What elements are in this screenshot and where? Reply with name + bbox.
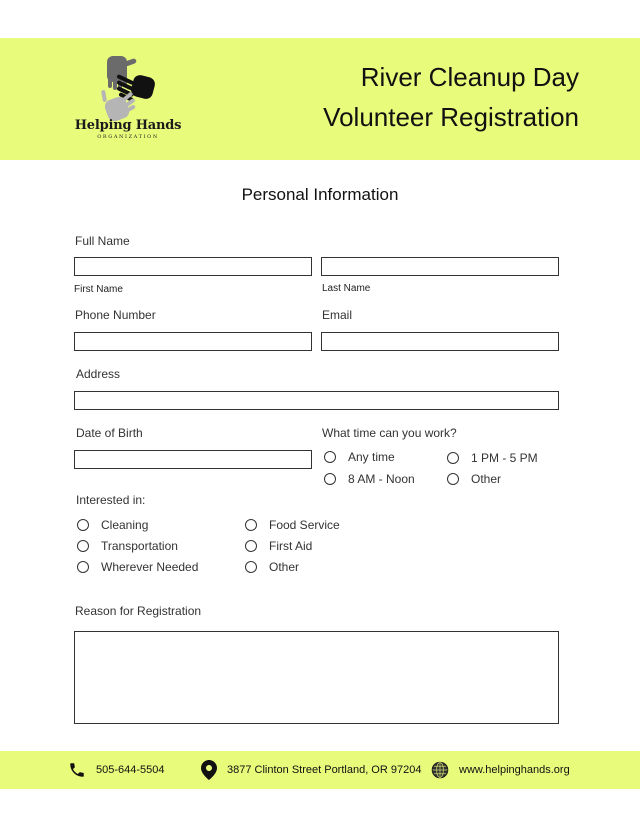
radio-circle-icon[interactable] — [245, 540, 257, 552]
interest-option-wherever-needed[interactable]: Wherever Needed — [77, 560, 198, 574]
footer-website-link[interactable]: www.helpinghands.org — [459, 764, 570, 776]
footer-address-text: 3877 Clinton Street Portland, OR 97204 — [227, 764, 422, 776]
work-time-option-afternoon[interactable]: 1 PM - 5 PM — [447, 451, 538, 465]
radio-circle-icon[interactable] — [245, 519, 257, 531]
footer-phone: 505-644-5504 — [68, 751, 165, 789]
radio-circle-icon[interactable] — [324, 451, 336, 463]
phone-label: Phone Number — [75, 308, 156, 322]
first-name-label: First Name — [74, 284, 123, 295]
footer-phone-text: 505-644-5504 — [96, 764, 165, 776]
radio-label: Cleaning — [101, 518, 149, 532]
radio-circle-icon[interactable] — [447, 452, 459, 464]
radio-label: 1 PM - 5 PM — [471, 451, 538, 465]
section-title: Personal Information — [241, 185, 399, 204]
interest-option-cleaning[interactable]: Cleaning — [77, 518, 148, 532]
globe-icon — [431, 761, 449, 779]
email-label: Email — [322, 308, 353, 322]
radio-label: Any time — [348, 450, 395, 464]
interests-label: Interested in: — [76, 493, 146, 507]
address-input[interactable] — [74, 391, 559, 410]
radio-circle-icon[interactable] — [77, 540, 89, 552]
full-name-label: Full Name — [75, 234, 130, 248]
radio-label: Transportation — [101, 539, 178, 553]
radio-label: Wherever Needed — [101, 560, 199, 574]
work-time-label: What time can you work? — [322, 426, 457, 440]
radio-circle-icon[interactable] — [245, 561, 257, 573]
last-name-label: Last Name — [322, 283, 371, 294]
radio-label: Other — [471, 472, 502, 486]
address-label: Address — [76, 367, 121, 381]
reason-textarea[interactable] — [74, 631, 559, 724]
interest-option-food-service[interactable]: Food Service — [245, 518, 340, 532]
email-input[interactable] — [321, 332, 559, 351]
footer-website[interactable]: www.helpinghands.org — [431, 751, 570, 789]
radio-label: First Aid — [269, 539, 313, 553]
radio-circle-icon[interactable] — [77, 519, 89, 531]
radio-label: 8 AM - Noon — [348, 472, 415, 486]
org-subtitle: ORGANIZATION — [97, 134, 159, 140]
phone-icon — [70, 763, 84, 777]
last-name-input[interactable] — [321, 257, 559, 276]
radio-label: Other — [269, 560, 300, 574]
work-time-option-morning[interactable]: 8 AM - Noon — [324, 472, 415, 486]
page-title-line2: Volunteer Registration — [323, 102, 579, 132]
location-pin-icon — [201, 760, 217, 780]
reason-label: Reason for Registration — [75, 604, 202, 618]
radio-circle-icon[interactable] — [324, 473, 336, 485]
work-time-option-other[interactable]: Other — [447, 472, 501, 486]
phone-input[interactable] — [74, 332, 312, 351]
interest-option-other[interactable]: Other — [245, 560, 299, 574]
work-time-option-any[interactable]: Any time — [324, 450, 395, 464]
page-title-line1: River Cleanup Day — [360, 62, 579, 92]
dob-input[interactable] — [74, 450, 312, 469]
interest-option-first-aid[interactable]: First Aid — [245, 539, 312, 553]
footer-address: 3877 Clinton Street Portland, OR 97204 — [201, 751, 421, 789]
radio-circle-icon[interactable] — [447, 473, 459, 485]
dob-label: Date of Birth — [76, 426, 143, 440]
radio-circle-icon[interactable] — [77, 561, 89, 573]
radio-label: Food Service — [269, 518, 340, 532]
first-name-input[interactable] — [74, 257, 312, 276]
interest-option-transportation[interactable]: Transportation — [77, 539, 178, 553]
org-name: Helping Hands — [74, 118, 182, 133]
